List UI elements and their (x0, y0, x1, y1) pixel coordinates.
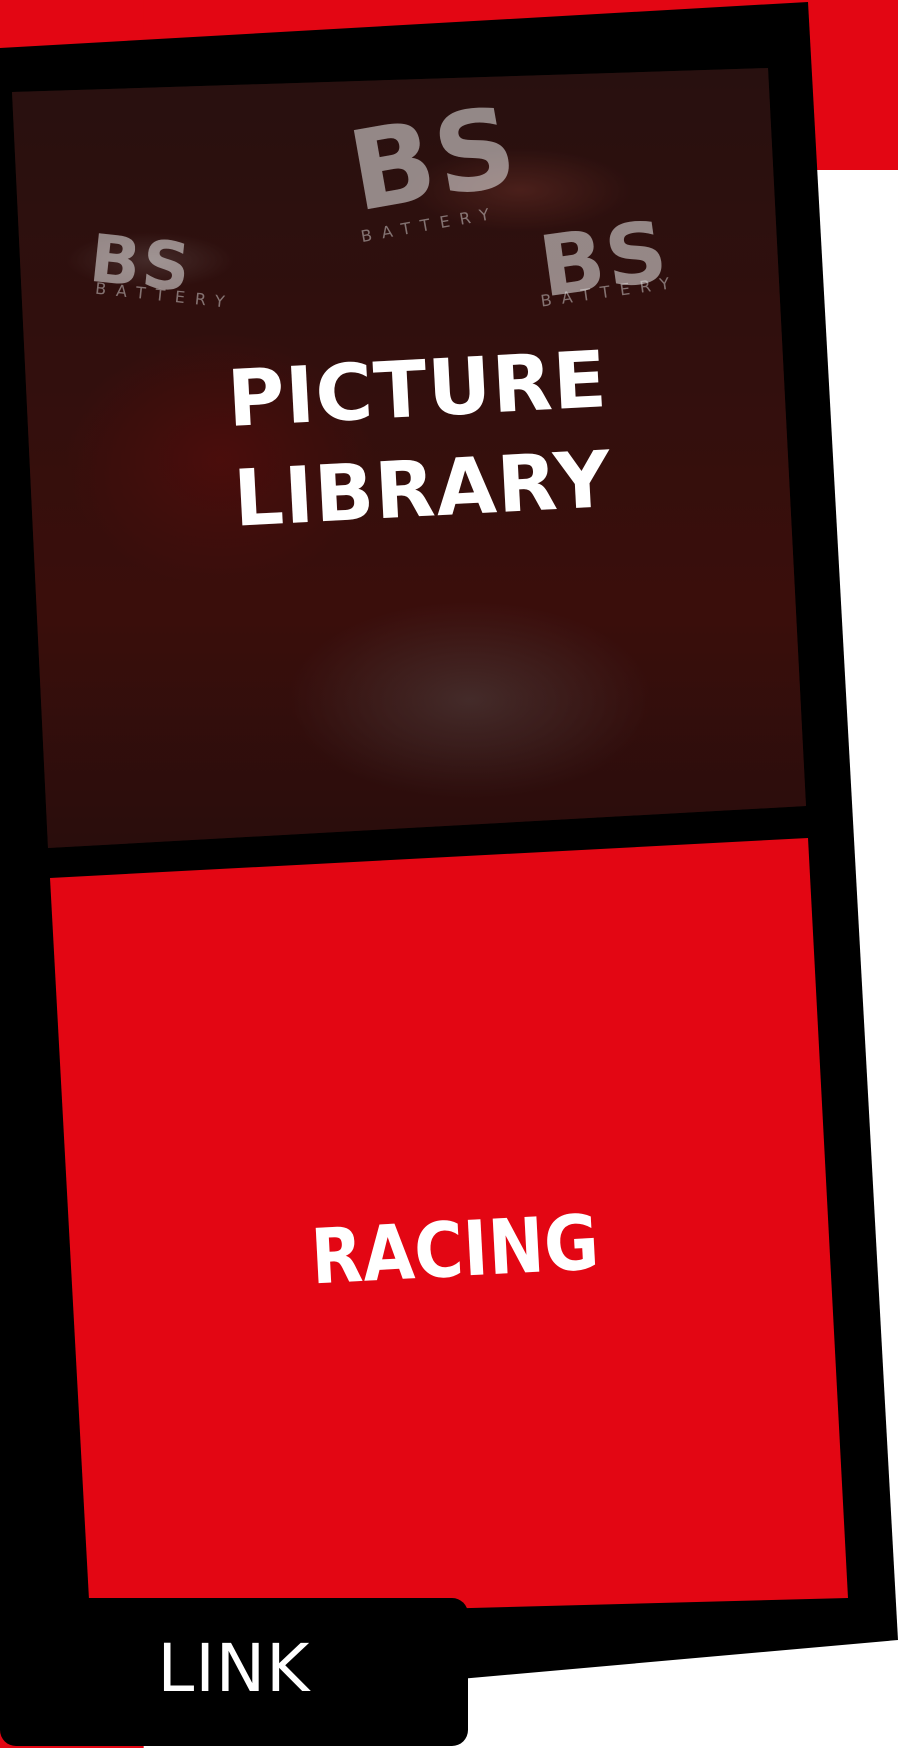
racing-title[interactable]: RACING (308, 1197, 603, 1302)
link-button[interactable]: LINK (0, 1598, 468, 1746)
link-button-label: LINK (157, 1629, 311, 1707)
picture-library-title[interactable]: PICTURE LIBRARY (185, 328, 655, 552)
